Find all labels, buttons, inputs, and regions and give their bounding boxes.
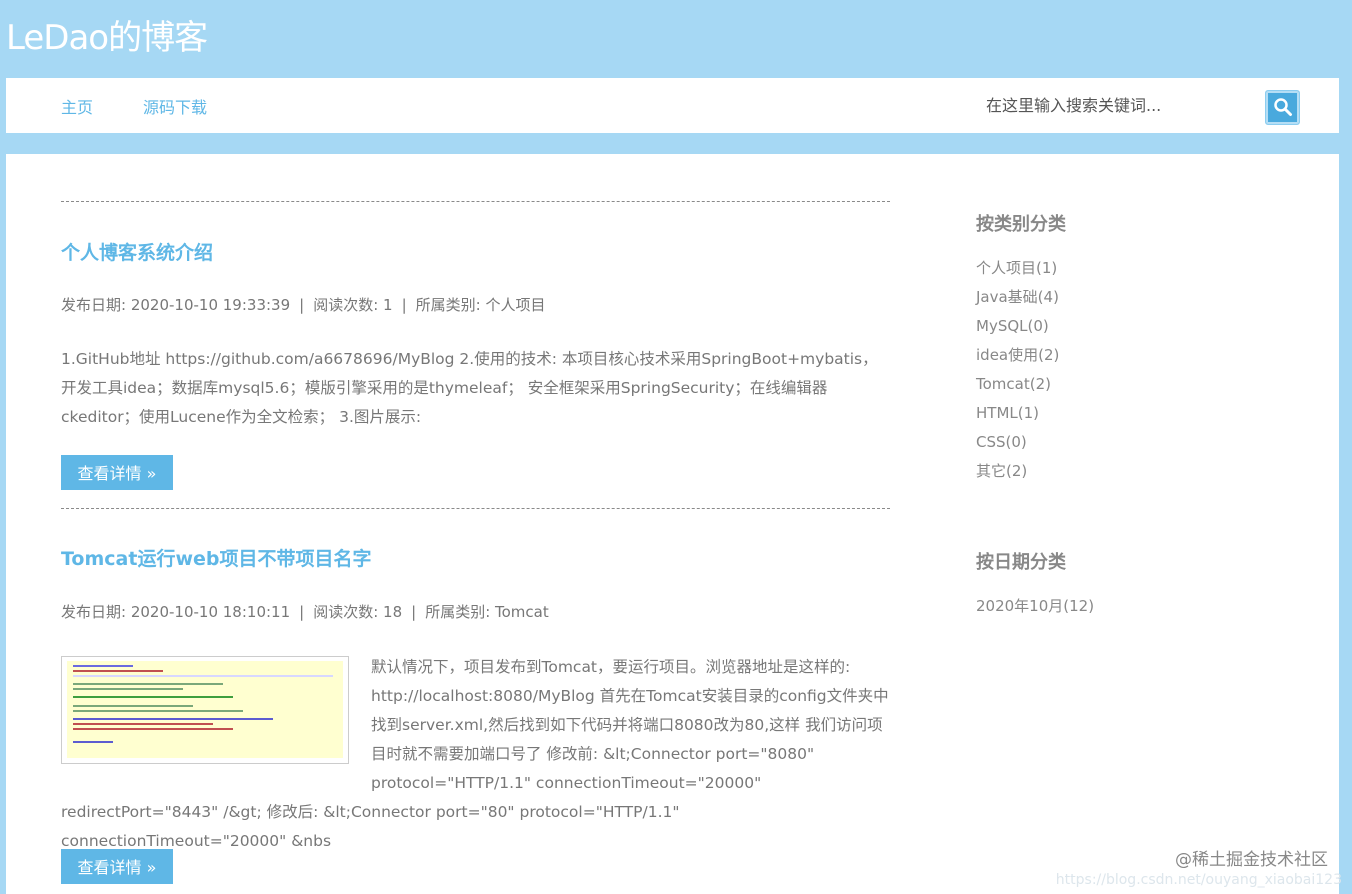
post-date: 发布日期: 2020-10-10 18:10:11 — [61, 603, 291, 621]
code-screenshot-image — [67, 661, 343, 758]
community-watermark: @稀土掘金技术社区 — [1175, 850, 1328, 870]
meta-separator: | — [299, 296, 305, 314]
post-excerpt-block: 默认情况下，项目发布到Tomcat，要运行项目。浏览器地址是这样的: http:… — [61, 653, 890, 856]
site-title: LeDao的博客 — [6, 18, 208, 58]
category-item[interactable]: idea使用(2) — [976, 341, 1059, 370]
category-list: 个人项目(1) Java基础(4) MySQL(0) idea使用(2) Tom… — [976, 254, 1059, 486]
url-watermark: https://blog.csdn.net/ouyang_xiaobai123 — [1055, 872, 1342, 888]
date-list: 2020年10月(12) — [976, 592, 1094, 621]
date-item[interactable]: 2020年10月(12) — [976, 592, 1094, 621]
category-item[interactable]: 个人项目(1) — [976, 254, 1059, 283]
category-item[interactable]: 其它(2) — [976, 457, 1059, 486]
nav-home[interactable]: 主页 — [61, 94, 93, 118]
nav-source-download[interactable]: 源码下载 — [143, 94, 207, 118]
category-heading: 按类别分类 — [976, 214, 1066, 235]
main-content: 个人博客系统介绍 发布日期: 2020-10-10 19:33:39 | 阅读次数:… — [6, 154, 1339, 894]
post-category: 所属类别: Tomcat — [425, 603, 549, 621]
date-heading: 按日期分类 — [976, 552, 1066, 573]
divider — [61, 201, 890, 202]
search-input[interactable] — [978, 90, 1274, 120]
meta-separator: | — [401, 296, 407, 314]
meta-separator: | — [299, 603, 305, 621]
read-more-button[interactable]: 查看详情 » — [61, 849, 173, 884]
post-views: 阅读次数: 18 — [313, 603, 403, 621]
post-meta: 发布日期: 2020-10-10 19:33:39 | 阅读次数: 1 | 所属类别: … — [61, 294, 545, 315]
search-icon — [1274, 98, 1292, 116]
navbar: 主页 源码下载 — [6, 78, 1339, 133]
divider — [61, 508, 890, 509]
category-item[interactable]: MySQL(0) — [976, 312, 1059, 341]
read-more-button[interactable]: 查看详情 » — [61, 455, 173, 490]
post-date: 发布日期: 2020-10-10 19:33:39 — [61, 296, 291, 314]
category-item[interactable]: HTML(1) — [976, 399, 1059, 428]
post-title[interactable]: 个人博客系统介绍 — [61, 238, 213, 265]
category-item[interactable]: Java基础(4) — [976, 283, 1059, 312]
post-category: 所属类别: 个人项目 — [415, 296, 546, 314]
meta-separator: | — [411, 603, 417, 621]
post-thumbnail[interactable] — [61, 656, 349, 764]
category-item[interactable]: Tomcat(2) — [976, 370, 1059, 399]
category-item[interactable]: CSS(0) — [976, 428, 1059, 457]
post-views: 阅读次数: 1 — [313, 296, 393, 314]
search-button[interactable] — [1265, 90, 1300, 125]
post-title[interactable]: Tomcat运行web项目不带项目名字 — [61, 544, 372, 571]
post-meta: 发布日期: 2020-10-10 18:10:11 | 阅读次数: 18 | 所属类别:… — [61, 601, 549, 622]
post-excerpt: 1.GitHub地址 https://github.com/a6678696/M… — [61, 350, 878, 426]
